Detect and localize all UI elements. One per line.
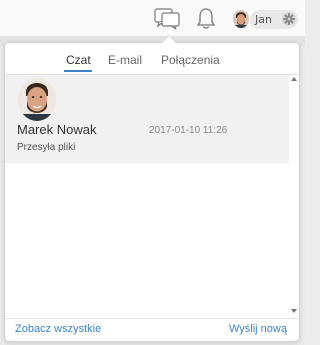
scroll-down-icon[interactable] (291, 309, 297, 313)
message-preview: Przesyła pliki (17, 142, 76, 153)
scroll-up-icon[interactable] (291, 77, 297, 81)
gear-icon[interactable] (281, 11, 297, 27)
see-all-link[interactable]: Zobacz wszystkie (15, 322, 101, 336)
message-sender: Marek Nowak (17, 122, 97, 137)
user-name[interactable]: Jan (255, 12, 272, 27)
chat-icon[interactable] (154, 8, 180, 30)
tab-email[interactable]: E-mail (108, 51, 142, 69)
active-tab-indicator (64, 70, 92, 72)
message-list: Marek Nowak 2017-01-10 11:26 Przesyła pl… (5, 75, 289, 318)
top-bar: Jan (0, 0, 305, 38)
popover-caret (162, 36, 176, 43)
avatar[interactable] (233, 10, 249, 28)
tab-bar: Czat E-mail Połączenia (5, 51, 299, 73)
tab-polaczenia[interactable]: Połączenia (161, 51, 220, 69)
footer-divider (5, 318, 299, 319)
send-new-link[interactable]: Wyślij nową (229, 322, 287, 336)
tab-czat[interactable]: Czat (66, 51, 91, 69)
messages-popover: Czat E-mail Połączenia Marek Nowak 2017- (4, 42, 300, 342)
scrollbar[interactable] (289, 75, 299, 318)
message-timestamp: 2017-01-10 11:26 (149, 125, 228, 136)
bell-icon[interactable] (196, 7, 216, 31)
avatar (18, 78, 56, 121)
list-item[interactable]: Marek Nowak 2017-01-10 11:26 Przesyła pl… (5, 75, 289, 163)
